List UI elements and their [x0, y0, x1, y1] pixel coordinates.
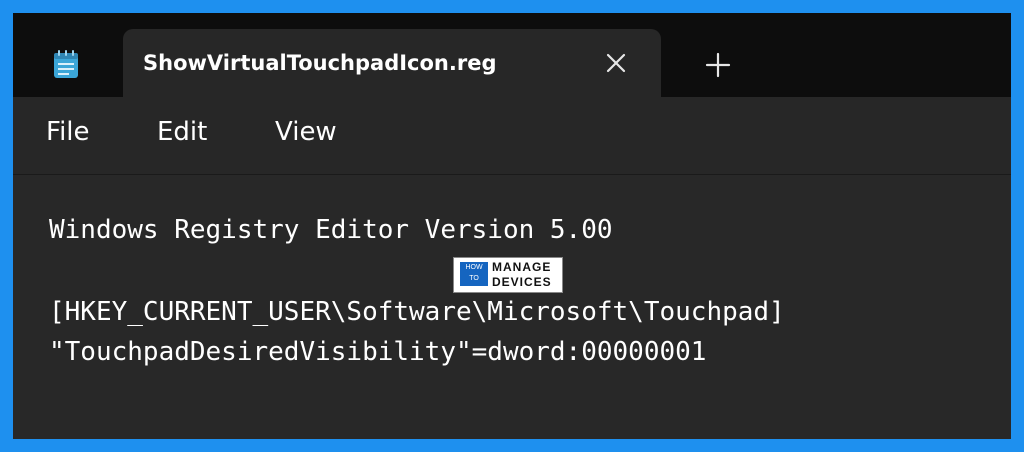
watermark-how: HOW: [465, 264, 483, 271]
watermark-badge: HOW TO: [460, 262, 488, 286]
watermark-to: TO: [469, 275, 479, 282]
tab-title: ShowVirtualTouchpadIcon.reg: [143, 51, 497, 75]
watermark-logo: HOW TO MANAGE DEVICES: [453, 257, 563, 293]
text-editor[interactable]: Windows Registry Editor Version 5.00 [HK…: [13, 174, 1011, 439]
close-icon[interactable]: [601, 48, 631, 78]
title-bar: ShowVirtualTouchpadIcon.reg: [13, 13, 1011, 97]
menu-file[interactable]: File: [46, 117, 90, 147]
editor-line: [HKEY_CURRENT_USER\Software\Microsoft\To…: [49, 297, 785, 327]
menu-view[interactable]: View: [275, 117, 337, 147]
watermark-devices: DEVICES: [492, 275, 552, 289]
notepad-icon: [53, 49, 79, 79]
editor-line: "TouchpadDesiredVisibility"=dword:000000…: [49, 337, 707, 367]
watermark-manage: MANAGE: [492, 260, 552, 274]
menu-edit[interactable]: Edit: [157, 117, 207, 147]
tab-active-file[interactable]: ShowVirtualTouchpadIcon.reg: [123, 29, 661, 97]
plus-icon[interactable]: [703, 50, 733, 80]
notepad-window: ShowVirtualTouchpadIcon.reg File Edit Vi…: [13, 13, 1011, 439]
menu-bar: File Edit View: [13, 97, 1011, 174]
editor-line: Windows Registry Editor Version 5.00: [49, 215, 613, 245]
